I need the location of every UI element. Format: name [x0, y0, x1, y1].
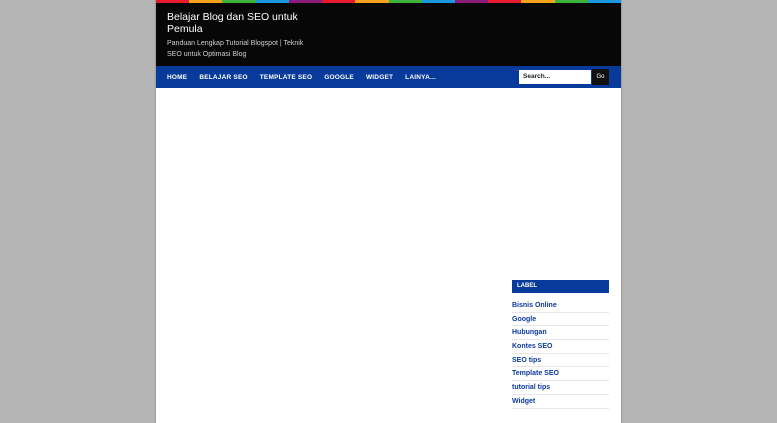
search-input[interactable] [519, 70, 591, 84]
label-link-google[interactable]: Google [512, 313, 609, 327]
label-link-hubungan[interactable]: Hubungan [512, 326, 609, 341]
nav-item-template-seo[interactable]: TEMPLATE SEO [260, 74, 312, 81]
site-title[interactable]: Belajar Blog dan SEO untuk Pemula [167, 11, 317, 35]
label-link-kontes-seo[interactable]: Kontes SEO [512, 340, 609, 354]
nav-item-widget[interactable]: WIDGET [366, 74, 393, 81]
label-link-template-seo[interactable]: Template SEO [512, 367, 609, 382]
label-link-bisnis-online[interactable]: Bisnis Online [512, 299, 609, 313]
site-header: Belajar Blog dan SEO untuk Pemula Pandua… [156, 3, 621, 66]
search-go-button[interactable]: Go [592, 69, 609, 85]
nav-item-belajar-seo[interactable]: BELAJAR SEO [199, 74, 247, 81]
label-list: Bisnis Online Google Hubungan Kontes SEO… [512, 299, 609, 409]
nav-item-lainya[interactable]: LAINYA... [405, 74, 436, 81]
site-description: Panduan Lengkap Tutorial Blogspot | Tekn… [167, 40, 304, 58]
label-widget-title: LABEL [512, 280, 609, 293]
label-link-tutorial-tips[interactable]: tutorial tips [512, 381, 609, 395]
label-link-widget[interactable]: Widget [512, 395, 609, 409]
nav-item-home[interactable]: HOME [167, 74, 187, 81]
page-container: Belajar Blog dan SEO untuk Pemula Pandua… [156, 0, 622, 423]
nav-item-google[interactable]: GOOGLE [324, 74, 354, 81]
label-link-seo-tips[interactable]: SEO tips [512, 354, 609, 368]
